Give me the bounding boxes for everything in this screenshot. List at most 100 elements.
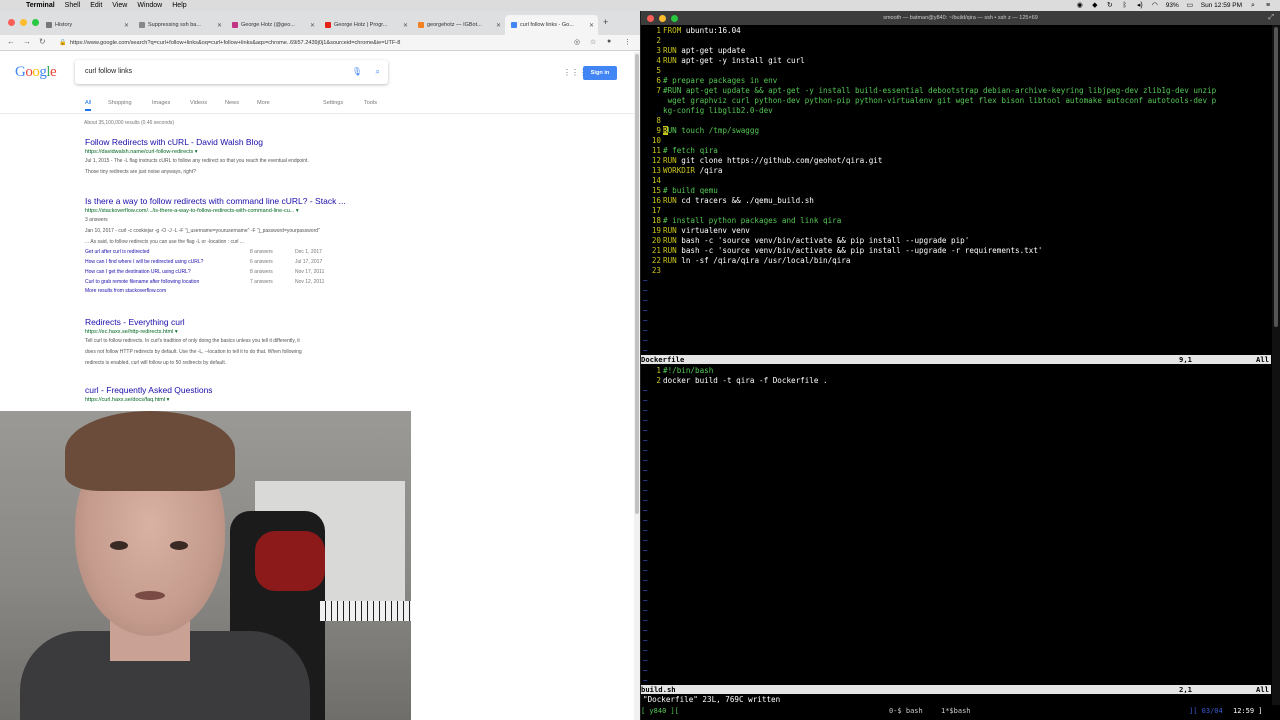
vim-line: 17 — [643, 206, 1216, 216]
address-bar[interactable]: https://www.google.com/search?q=curl+fol… — [58, 37, 568, 49]
sign-in-button[interactable]: Sign in — [583, 66, 617, 80]
menu-view[interactable]: View — [112, 2, 127, 9]
related-question-link[interactable]: How can I find where I will be redirecte… — [85, 257, 250, 267]
forward-arrow-icon[interactable]: → — [23, 37, 31, 46]
result-snippet-line: Those tiny redirects are just noise anyw… — [85, 169, 196, 175]
bluetooth-icon[interactable]: ᛒ — [1121, 2, 1129, 9]
minimize-window-button[interactable] — [659, 15, 666, 22]
line-number: 12 — [651, 156, 661, 165]
tmux-statusbar: [ y840 ][ 0-$ bash 1*$bash ][ 03/04 12:5… — [641, 706, 1280, 716]
related-question-link[interactable]: Get url after curl is redirected — [85, 247, 250, 257]
zoom-window-button[interactable] — [32, 19, 39, 26]
bookmark-star-icon[interactable]: ☆ — [590, 38, 596, 46]
scrollbar-thumb[interactable] — [635, 54, 639, 514]
tab-news[interactable]: News — [225, 100, 239, 106]
reload-icon[interactable]: ↻ — [39, 37, 46, 46]
menu-edit[interactable]: Edit — [90, 2, 102, 9]
person-hair — [65, 411, 235, 491]
extension-icon[interactable]: ◎ — [574, 38, 580, 46]
vim-line: 5 — [643, 66, 1216, 76]
more-results-link[interactable]: More results from stackoverflow.com — [85, 288, 395, 294]
related-question-link[interactable]: Curl to grab remote filename after follo… — [85, 277, 250, 287]
vim-text: RUN — [663, 236, 677, 245]
volume-icon[interactable]: ◂) — [1136, 2, 1144, 9]
page-scrollbar[interactable] — [634, 52, 640, 720]
close-tab-icon[interactable]: ✕ — [310, 22, 315, 29]
line-number: 14 — [651, 176, 661, 185]
tmux-session: [ y840 ][ — [641, 707, 679, 715]
notification-center-icon[interactable]: ≡ — [1264, 2, 1272, 9]
menu-help[interactable]: Help — [172, 2, 186, 9]
vim-pane-buildsh[interactable]: 1 #!/bin/bash 2 docker build -t qira -f Doc… — [643, 366, 828, 686]
record-icon[interactable]: ◉ — [1076, 2, 1084, 9]
tmux-window-1[interactable]: 1*$bash — [941, 706, 971, 716]
vim-text: #RUN apt-get update && apt-get -y instal… — [663, 86, 1217, 95]
menu-window[interactable]: Window — [137, 2, 162, 9]
tmux-window-0[interactable]: 0-$ bash — [889, 706, 923, 716]
related-question-link[interactable]: How can I get the destination URL using … — [85, 267, 250, 277]
tab-youtube[interactable]: George Hotz | Progr... ✕ — [319, 15, 412, 35]
result-title[interactable]: Redirects - Everything curl — [85, 317, 385, 327]
chrome-menu-icon[interactable]: ⋮ — [624, 38, 631, 46]
search-input[interactable]: curl follow links 🎙 ⌕ — [75, 60, 388, 84]
vim-empty-line-tilde: ~ — [643, 306, 648, 315]
tab-shopping[interactable]: Shopping — [108, 100, 132, 106]
result-url[interactable]: https://davidwalsh.name/curl-follow-redi… — [85, 149, 385, 155]
tab-google-search[interactable]: curl follow links - Go... ✕ — [505, 15, 598, 35]
close-window-button[interactable] — [8, 19, 15, 26]
search-query[interactable]: curl follow links — [85, 68, 132, 75]
google-logo[interactable]: Google — [15, 64, 57, 81]
vim-text: docker build -t qira -f Dockerfile . — [663, 376, 828, 385]
vim-line: 1 #!/bin/bash — [643, 366, 828, 376]
result-snippet-line: Jan 10, 2017 - curl -c cookiejar -g -O -… — [85, 228, 320, 234]
search-icon[interactable]: ⌕ — [376, 60, 380, 84]
spotlight-icon[interactable]: ⌕ — [1249, 2, 1257, 9]
scrollbar-thumb[interactable] — [1274, 27, 1278, 327]
tab-tools[interactable]: Tools — [364, 100, 377, 106]
tab-videos[interactable]: Videos — [190, 100, 207, 106]
close-tab-icon[interactable]: ✕ — [217, 22, 222, 29]
menu-clock[interactable]: Sun 12:59 PM — [1201, 2, 1242, 9]
address-bar-url[interactable]: https://www.google.com/search?q=curl+fol… — [70, 40, 400, 46]
tab-settings[interactable]: Settings — [323, 100, 343, 106]
tab-history[interactable]: History ✕ — [40, 15, 133, 35]
battery-icon[interactable]: ▭ — [1186, 2, 1194, 9]
result-url[interactable]: https://curl.haxx.se/docs/faq.html ▾ — [85, 397, 385, 403]
fullscreen-icon[interactable]: ⤢ — [1268, 11, 1274, 25]
keyboard-piano — [320, 601, 411, 621]
tab-instagram[interactable]: George Hotz (@geo... ✕ — [226, 15, 319, 35]
profile-avatar-icon[interactable]: ● — [607, 38, 611, 45]
result-title[interactable]: Is there a way to follow redirects with … — [85, 196, 395, 206]
menu-app-name[interactable]: Terminal — [26, 2, 55, 9]
tab-suppressing-ssh[interactable]: Suppressing ssh ba... ✕ — [133, 15, 226, 35]
sync-icon[interactable]: ↻ — [1106, 2, 1114, 9]
battery-percent[interactable]: 93% — [1166, 2, 1179, 9]
close-tab-icon[interactable]: ✕ — [403, 22, 408, 29]
vim-pane-dockerfile[interactable]: 1 FROM ubuntu:16.04 2 3 RUN apt-get update 4 R… — [643, 26, 1216, 356]
close-tab-icon[interactable]: ✕ — [124, 22, 129, 29]
microphone-icon[interactable]: 🎙 — [352, 60, 362, 84]
result-url[interactable]: https://ec.haxx.se/http-redirects.html ▾ — [85, 329, 385, 335]
close-window-button[interactable] — [647, 15, 654, 22]
tab-all[interactable]: All — [85, 100, 92, 111]
close-tab-icon[interactable]: ✕ — [496, 22, 501, 29]
dropbox-icon[interactable]: ◆ — [1091, 2, 1099, 9]
line-number: 18 — [651, 216, 661, 225]
tab-images[interactable]: Images — [152, 100, 170, 106]
vim-text: #!/bin/bash — [663, 366, 714, 375]
close-tab-icon[interactable]: ✕ — [589, 22, 594, 29]
result-title[interactable]: Follow Redirects with cURL - David Walsh… — [85, 137, 385, 147]
tab-more[interactable]: More — [257, 100, 270, 106]
back-arrow-icon[interactable]: ← — [7, 37, 15, 46]
tab-igbot[interactable]: georgehotz — IGBot... ✕ — [412, 15, 505, 35]
result-title[interactable]: curl - Frequently Asked Questions — [85, 385, 385, 395]
minimize-window-button[interactable] — [20, 19, 27, 26]
zoom-window-button[interactable] — [671, 15, 678, 22]
answer-count: 8 answers — [250, 249, 273, 255]
new-tab-button[interactable]: + — [603, 17, 608, 27]
line-number: 15 — [651, 186, 661, 195]
menu-shell[interactable]: Shell — [65, 2, 81, 9]
terminal-scrollbar[interactable] — [1272, 25, 1280, 705]
result-url[interactable]: https://stackoverflow.com/.../is-there-a… — [85, 208, 395, 214]
wifi-icon[interactable]: ◠ — [1151, 2, 1159, 9]
